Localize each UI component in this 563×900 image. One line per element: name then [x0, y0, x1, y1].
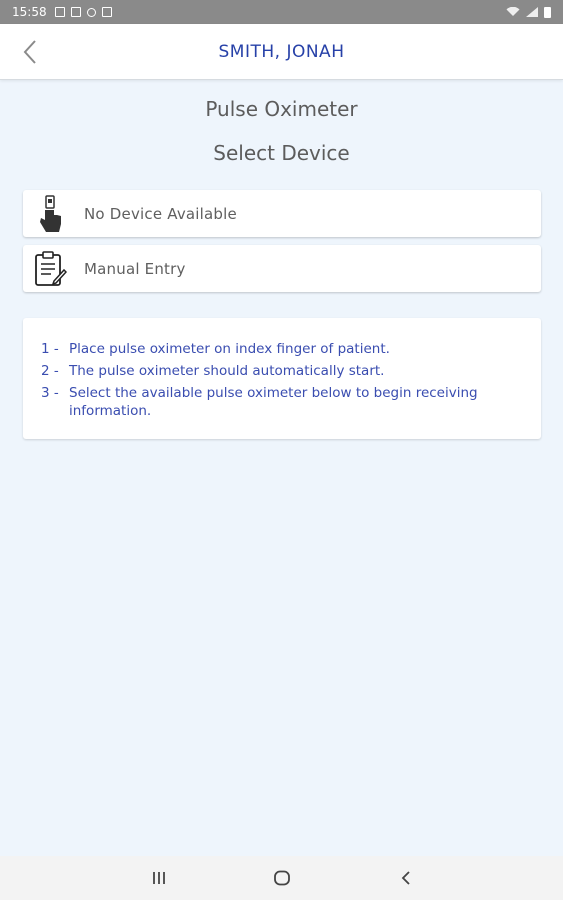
instruction-item: 1 - Place pulse oximeter on index finger… — [41, 340, 523, 358]
back-icon — [401, 871, 410, 885]
battery-icon — [544, 6, 551, 18]
instruction-text: Select the available pulse oximeter belo… — [69, 385, 478, 419]
manual-entry-label: Manual Entry — [84, 259, 186, 278]
clipboard-edit-icon — [25, 245, 75, 292]
location-icon — [86, 7, 96, 17]
chevron-left-icon — [23, 40, 36, 64]
recents-button[interactable] — [129, 856, 189, 900]
calendar-icon — [101, 7, 112, 17]
instruction-item: 3 - Select the available pulse oximeter … — [41, 384, 523, 420]
no-device-label: No Device Available — [84, 204, 237, 223]
no-device-option[interactable]: No Device Available — [23, 190, 541, 237]
home-button[interactable] — [252, 856, 312, 900]
finger-oximeter-icon — [25, 190, 75, 237]
status-system-icons — [506, 6, 551, 18]
wifi-icon — [506, 7, 520, 16]
patient-name-title: SMITH, JONAH — [218, 42, 345, 62]
app-header: SMITH, JONAH — [0, 24, 563, 80]
instruction-item: 2 - The pulse oximeter should automatica… — [41, 362, 523, 380]
back-button[interactable] — [14, 36, 46, 68]
manual-entry-option[interactable]: Manual Entry — [23, 245, 541, 292]
recents-icon — [153, 872, 165, 884]
screen-title: Pulse Oximeter — [205, 97, 358, 121]
instruction-text: The pulse oximeter should automatically … — [69, 363, 385, 379]
instruction-number: 3 - — [41, 385, 59, 401]
gallery-icon — [54, 7, 65, 17]
screen-subtitle: Select Device — [213, 141, 350, 165]
status-bar: 15:58 — [0, 0, 563, 24]
home-icon — [274, 870, 290, 886]
image-icon — [70, 7, 81, 17]
instruction-text: Place pulse oximeter on index finger of … — [69, 341, 390, 357]
instruction-number: 2 - — [41, 363, 59, 379]
nav-back-button[interactable] — [376, 856, 436, 900]
signal-icon — [526, 7, 538, 17]
instructions-card: 1 - Place pulse oximeter on index finger… — [23, 318, 541, 439]
status-notification-icons — [54, 7, 112, 17]
system-nav-bar — [0, 856, 563, 900]
status-time: 15:58 — [12, 5, 47, 19]
instruction-number: 1 - — [41, 341, 59, 357]
